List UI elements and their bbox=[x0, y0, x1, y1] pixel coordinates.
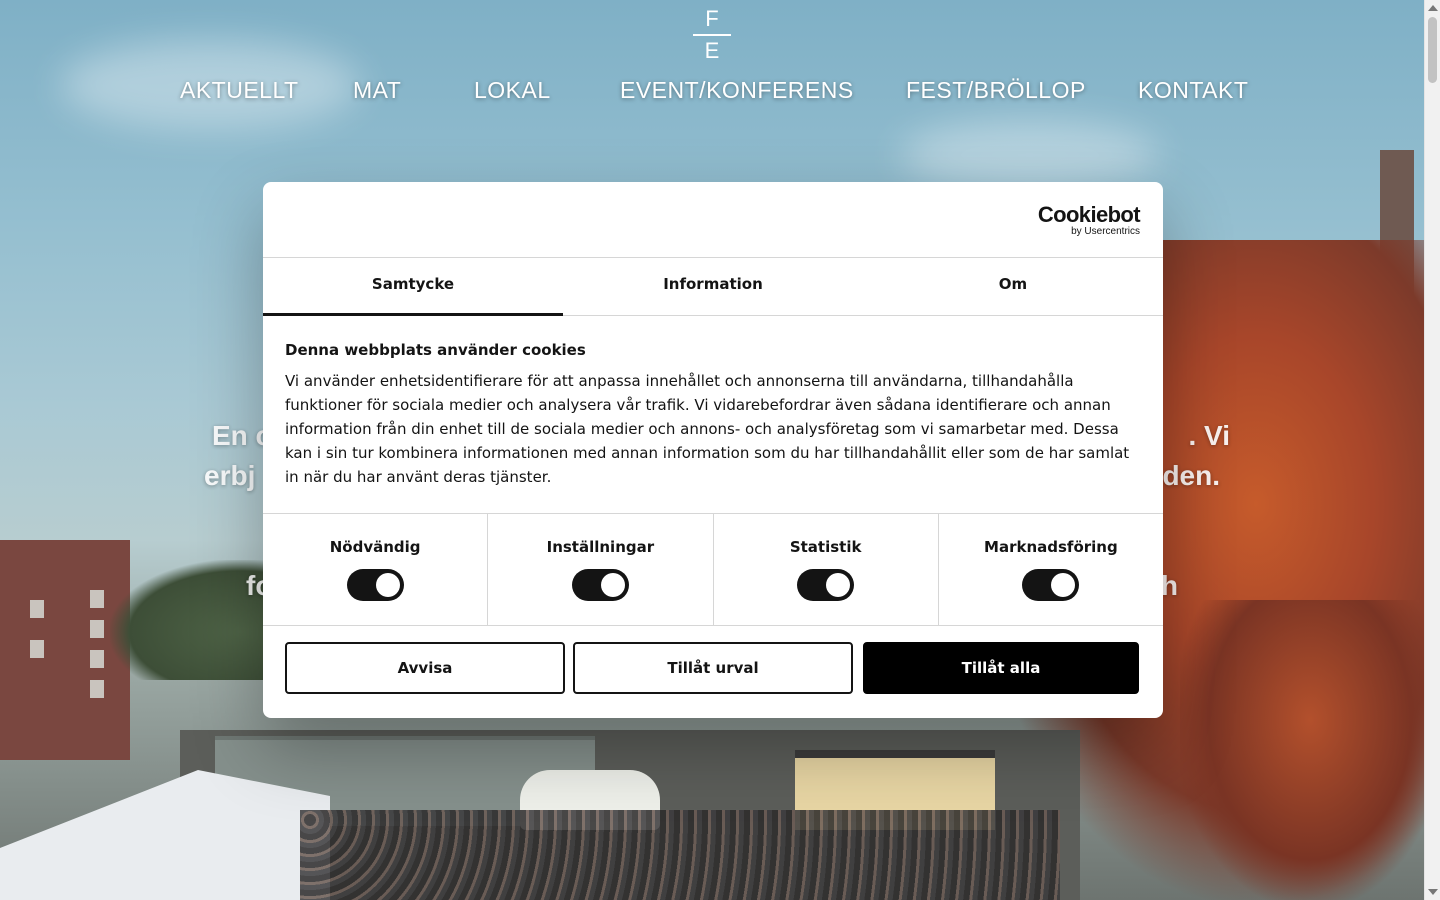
category-label: Statistik bbox=[789, 538, 862, 556]
tab-information[interactable]: Information bbox=[563, 258, 863, 315]
cookiebot-brand-sub: by Usercentrics bbox=[1071, 226, 1140, 237]
nav-item-aktuellt[interactable]: AKTUELLT bbox=[180, 72, 299, 108]
consent-categories: Nödvändig Inställningar Statistik Markna… bbox=[263, 514, 1163, 626]
category-label: Nödvändig bbox=[329, 538, 421, 556]
scroll-down-arrow-icon[interactable] bbox=[1428, 889, 1438, 895]
toggle-installningar[interactable] bbox=[571, 569, 629, 601]
dialog-actions: Avvisa Tillåt urval Tillåt alla bbox=[263, 626, 1163, 694]
category-nodvandig: Nödvändig bbox=[263, 514, 489, 625]
dialog-header: Cookiebot by Usercentrics bbox=[263, 182, 1163, 258]
tab-samtycke[interactable]: Samtycke bbox=[263, 258, 563, 316]
category-marknadsforing: Marknadsföring bbox=[939, 514, 1163, 625]
category-label: Marknadsföring bbox=[984, 538, 1118, 556]
toggle-knob bbox=[826, 573, 851, 597]
dialog-description: Vi använder enhetsidentifierare för att … bbox=[285, 372, 1130, 486]
deny-button[interactable]: Avvisa bbox=[285, 642, 565, 694]
nav-item-lokal[interactable]: LOKAL bbox=[474, 72, 551, 108]
toggle-knob bbox=[600, 573, 625, 597]
allow-selection-button[interactable]: Tillåt urval bbox=[573, 642, 853, 694]
toggle-nodvandig[interactable] bbox=[346, 569, 404, 601]
dialog-body: Denna webbplats använder cookies Vi anvä… bbox=[263, 316, 1163, 514]
logo-letter-top: F bbox=[705, 6, 719, 31]
cookie-consent-dialog: Cookiebot by Usercentrics Samtycke Infor… bbox=[263, 182, 1163, 718]
logo-divider bbox=[693, 34, 731, 36]
site-logo[interactable]: F E bbox=[692, 6, 732, 64]
main-nav: AKTUELLT MAT LOKAL EVENT/KONFERENS FEST/… bbox=[0, 72, 1424, 108]
scroll-up-arrow-icon[interactable] bbox=[1428, 5, 1438, 11]
toggle-knob bbox=[375, 573, 400, 597]
allow-all-button[interactable]: Tillåt alla bbox=[863, 642, 1139, 694]
toggle-knob bbox=[1051, 573, 1076, 597]
nav-item-kontakt[interactable]: KONTAKT bbox=[1138, 72, 1248, 108]
autumn-tree-lower bbox=[1180, 600, 1424, 900]
category-installningar: Inställningar bbox=[488, 514, 714, 625]
crowd bbox=[300, 810, 1060, 900]
category-label: Inställningar bbox=[546, 538, 655, 556]
toggle-marknadsforing[interactable] bbox=[1022, 569, 1080, 601]
scrollbar-thumb[interactable] bbox=[1428, 17, 1437, 83]
cookiebot-logo: Cookiebot by Usercentrics bbox=[1037, 202, 1141, 238]
nav-item-fest-brollop[interactable]: FEST/BRÖLLOP bbox=[906, 72, 1086, 108]
dialog-tabs: Samtycke Information Om bbox=[263, 258, 1163, 316]
tab-om[interactable]: Om bbox=[863, 258, 1163, 315]
nav-item-event-konferens[interactable]: EVENT/KONFERENS bbox=[620, 72, 854, 108]
page-scrollbar[interactable] bbox=[1424, 0, 1440, 900]
white-tent bbox=[0, 770, 330, 900]
logo-letter-bottom: E bbox=[704, 38, 720, 63]
dialog-heading: Denna webbplats använder cookies bbox=[285, 341, 586, 359]
nav-item-mat[interactable]: MAT bbox=[353, 72, 401, 108]
cookiebot-brand: Cookiebot bbox=[1037, 202, 1141, 227]
category-statistik: Statistik bbox=[714, 514, 939, 625]
toggle-statistik[interactable] bbox=[797, 569, 855, 601]
